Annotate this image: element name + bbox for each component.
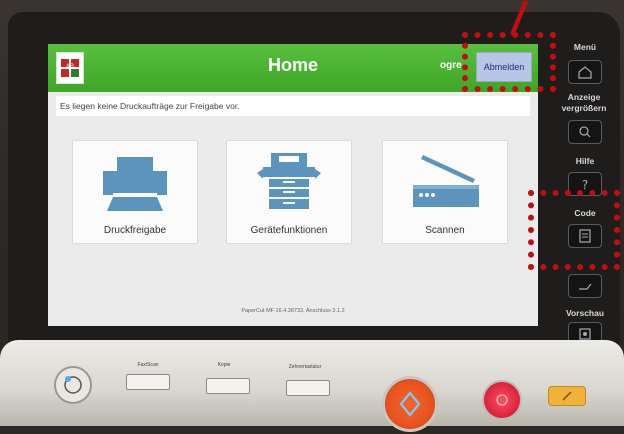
fax-scan-label: Fax/Scan [137,362,159,368]
copier-icon [257,153,321,209]
hardware-panel: Fax/Scan Kopie Zehnertastatur [0,340,624,432]
username-label: ogre [440,60,462,71]
stop-button[interactable] [482,380,522,420]
reset-button[interactable] [548,386,586,406]
help-label: Hilfe [575,156,595,166]
access-icon [579,283,592,290]
stop-icon [496,394,508,406]
print-release-tile[interactable]: Druckfreigabe [72,140,198,244]
reset-icon [562,391,572,401]
keyboard-button[interactable] [286,380,330,396]
home-icon [578,66,592,79]
printer-icon [103,157,167,211]
copy-label: Kopie [217,362,231,368]
magnifier-icon [579,126,591,138]
tile-label: Gerätefunktionen [250,225,328,236]
keyboard-label: Zehnertastatur [288,364,322,370]
menu-label: Menü [573,42,597,52]
start-button[interactable] [382,376,438,432]
version-footer: PaperCut MF 16.4.38733, Anschluss 3.1.2 [241,308,345,314]
copy-button[interactable] [206,378,250,394]
access-button[interactable] [568,274,602,298]
power-icon [64,376,82,394]
status-message: Es liegen keine Druckaufträge zur Freiga… [56,96,530,116]
scan-tile[interactable]: Scannen [382,140,508,244]
device-functions-tile[interactable]: Gerätefunktionen [226,140,352,244]
start-icon [399,391,421,417]
logout-highlight [462,32,556,92]
printer-device: AB Home ogre Abmelden Es liegen keine Dr… [0,0,624,432]
arrow-icon [510,0,528,36]
preview-label: Vorschau [565,308,605,318]
fax-scan-button[interactable] [126,374,170,390]
zoom-button[interactable] [568,120,602,144]
scanner-icon [413,155,479,207]
code-highlight [528,190,620,270]
zoom-label: Anzeige vergrößern [561,92,607,113]
tile-label: Scannen [425,225,465,236]
tile-label: Druckfreigabe [103,225,167,236]
power-button[interactable] [54,366,92,404]
menu-button[interactable] [568,60,602,84]
